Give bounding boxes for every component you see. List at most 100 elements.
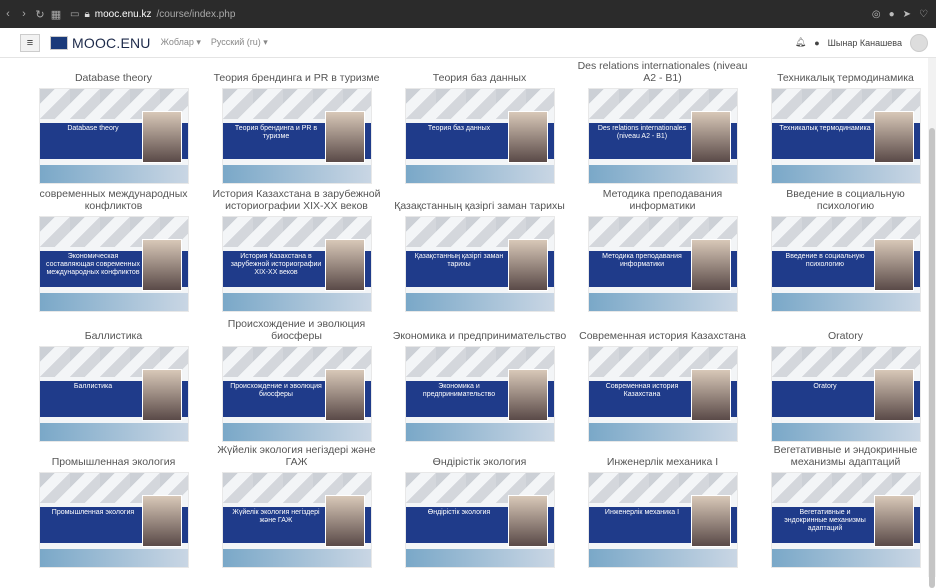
course-card[interactable]: Теория баз данных Теория баз данных: [392, 60, 567, 184]
course-title[interactable]: Экономическая составляющая современных м…: [26, 188, 201, 212]
bell-icon[interactable]: 🔔︎: [795, 37, 806, 48]
course-thumbnail[interactable]: Экономическая составляющая современных м…: [38, 216, 189, 312]
thumbnail-footer: [222, 165, 371, 183]
course-thumbnail[interactable]: Вегетативные и эндокринные механизмы ада…: [770, 472, 921, 568]
course-title[interactable]: Өндірістік экология: [392, 444, 567, 468]
thumbnail-footer: [405, 549, 554, 567]
course-title[interactable]: История Казахстана в зарубежной историог…: [209, 188, 384, 212]
course-card[interactable]: Жүйелік экология негіздері және ГАЖ Жүйел…: [209, 444, 384, 568]
course-card[interactable]: Database theory Database theory: [26, 60, 201, 184]
site-logo[interactable]: [50, 35, 68, 50]
thumbnail-footer: [771, 549, 920, 567]
course-title[interactable]: Промышленная экология: [26, 444, 201, 468]
course-thumbnail[interactable]: Введение в социальную психологию: [770, 216, 921, 312]
course-card[interactable]: Методика преподавания информатики Методик…: [575, 188, 750, 312]
course-title[interactable]: Введение в социальную психологию: [758, 188, 933, 212]
browser-bar: ‹ › ↻ ▦ ▭ 🔒︎ mooc.enu.kz/course/index.ph…: [0, 0, 936, 28]
thumbnail-footer: [771, 165, 920, 183]
course-card[interactable]: Введение в социальную психологию Введение…: [758, 188, 933, 312]
course-thumbnail[interactable]: Экономика и предпринимательство: [404, 346, 555, 442]
scrollbar[interactable]: [928, 58, 936, 588]
course-title[interactable]: Теория баз данных: [392, 60, 567, 84]
course-title[interactable]: Техникалық термодинамика: [758, 60, 933, 84]
instructor-photo: [690, 239, 731, 291]
course-thumbnail[interactable]: Des relations internationales (niveau A2…: [587, 88, 738, 184]
course-thumbnail[interactable]: Өндірістік экология: [404, 472, 555, 568]
course-card[interactable]: Техникалық термодинамика Техникалық термо…: [758, 60, 933, 184]
forward-icon[interactable]: ›: [16, 8, 32, 20]
course-card[interactable]: Oratory Oratory: [758, 318, 933, 442]
send-icon[interactable]: ➤: [903, 9, 911, 20]
site-name[interactable]: MOOC.ENU: [72, 35, 151, 51]
course-title[interactable]: Теория брендинга и PR в туризме: [209, 60, 384, 84]
course-thumbnail[interactable]: Инженерлік механика I: [587, 472, 738, 568]
thumbnail-title: Database theory: [67, 125, 119, 132]
course-title[interactable]: Вегетативные и эндокринные механизмы ада…: [758, 444, 933, 468]
course-thumbnail[interactable]: Жүйелік экология негіздері және ГАЖ: [221, 472, 372, 568]
course-card[interactable]: Баллистика Баллистика: [26, 318, 201, 442]
course-card[interactable]: Промышленная экология Промышленная эколог…: [26, 444, 201, 568]
course-thumbnail[interactable]: Теория баз данных: [404, 88, 555, 184]
course-title[interactable]: Баллистика: [26, 318, 201, 342]
course-thumbnail[interactable]: История Казахстана в зарубежной историог…: [221, 216, 372, 312]
course-title[interactable]: Экономика и предпринимательство: [392, 318, 567, 342]
instructor-photo: [690, 111, 731, 163]
thumbnail-title: История Казахстана в зарубежной историог…: [230, 253, 322, 276]
course-card[interactable]: Экономика и предпринимательство Экономика…: [392, 318, 567, 442]
tab-icon: ▭: [70, 8, 80, 20]
scrollbar-thumb[interactable]: [929, 128, 935, 588]
course-title[interactable]: Современная история Казахстана: [575, 318, 750, 342]
thumbnail-footer: [771, 293, 920, 311]
course-card[interactable]: Инженерлік механика I Инженерлік механика…: [575, 444, 750, 568]
heart-icon[interactable]: ♡: [919, 9, 928, 20]
course-title[interactable]: Методика преподавания информатики: [575, 188, 750, 212]
reload-icon[interactable]: ↻: [32, 8, 48, 21]
shield-icon[interactable]: ●: [889, 9, 895, 20]
instructor-photo: [507, 369, 548, 421]
user-name[interactable]: Шынар Канашева: [828, 38, 902, 48]
address-bar[interactable]: ▭ 🔒︎ mooc.enu.kz/course/index.php: [70, 9, 235, 20]
course-title[interactable]: Oratory: [758, 318, 933, 342]
thumbnail-footer: [405, 293, 554, 311]
course-thumbnail[interactable]: Database theory: [38, 88, 189, 184]
lock-icon: 🔒︎: [84, 8, 90, 20]
chat-icon[interactable]: ●: [814, 38, 819, 48]
avatar[interactable]: [910, 33, 928, 52]
course-title[interactable]: Инженерлік механика I: [575, 444, 750, 468]
thumbnail-title: Қазақстанның қазіргі заман тарихы: [414, 253, 504, 268]
course-thumbnail[interactable]: Баллистика: [38, 346, 189, 442]
course-card[interactable]: Өндірістік экология Өндірістік экология: [392, 444, 567, 568]
course-card[interactable]: Современная история Казахстана Современна…: [575, 318, 750, 442]
course-thumbnail[interactable]: Техникалық термодинамика: [770, 88, 921, 184]
apps-icon[interactable]: ▦: [48, 8, 64, 21]
course-thumbnail[interactable]: Методика преподавания информатики: [587, 216, 738, 312]
thumbnail-footer: [588, 293, 737, 311]
course-card[interactable]: Вегетативные и эндокринные механизмы ада…: [758, 444, 933, 568]
course-thumbnail[interactable]: Қазақстанның қазіргі заман тарихы: [404, 216, 555, 312]
course-title[interactable]: Des relations internationales (niveau A2…: [575, 60, 750, 84]
course-thumbnail[interactable]: Происхождение и эволюция биосферы: [221, 346, 372, 442]
courses-menu[interactable]: Жоблар ▾: [161, 37, 201, 48]
instructor-photo: [873, 369, 914, 421]
course-thumbnail[interactable]: Теория брендинга и PR в туризме: [221, 88, 372, 184]
course-thumbnail[interactable]: Современная история Казахстана: [587, 346, 738, 442]
course-card[interactable]: Des relations internationales (niveau A2…: [575, 60, 750, 184]
course-title[interactable]: Происхождение и эволюция биосферы: [209, 318, 384, 342]
course-thumbnail[interactable]: Промышленная экология: [38, 472, 189, 568]
instructor-photo: [324, 111, 365, 163]
course-card[interactable]: Происхождение и эволюция биосферы Происхо…: [209, 318, 384, 442]
course-title[interactable]: Жүйелік экология негіздері және ГАЖ: [209, 444, 384, 468]
course-card[interactable]: История Казахстана в зарубежной историог…: [209, 188, 384, 312]
back-icon[interactable]: ‹: [0, 8, 16, 20]
screenshot-icon[interactable]: ◎: [872, 9, 881, 20]
thumbnail-footer: [405, 423, 554, 441]
course-card[interactable]: Қазақстанның қазіргі заман тарихы Қазақст…: [392, 188, 567, 312]
instructor-photo: [873, 239, 914, 291]
menu-toggle-button[interactable]: ≡: [20, 33, 40, 52]
course-title[interactable]: Қазақстанның қазіргі заман тарихы: [392, 188, 567, 212]
course-card[interactable]: Экономическая составляющая современных м…: [26, 188, 201, 312]
course-title[interactable]: Database theory: [26, 60, 201, 84]
language-menu[interactable]: Русский (ru) ▾: [211, 37, 268, 48]
course-card[interactable]: Теория брендинга и PR в туризме Теория бр…: [209, 60, 384, 184]
course-thumbnail[interactable]: Oratory: [770, 346, 921, 442]
